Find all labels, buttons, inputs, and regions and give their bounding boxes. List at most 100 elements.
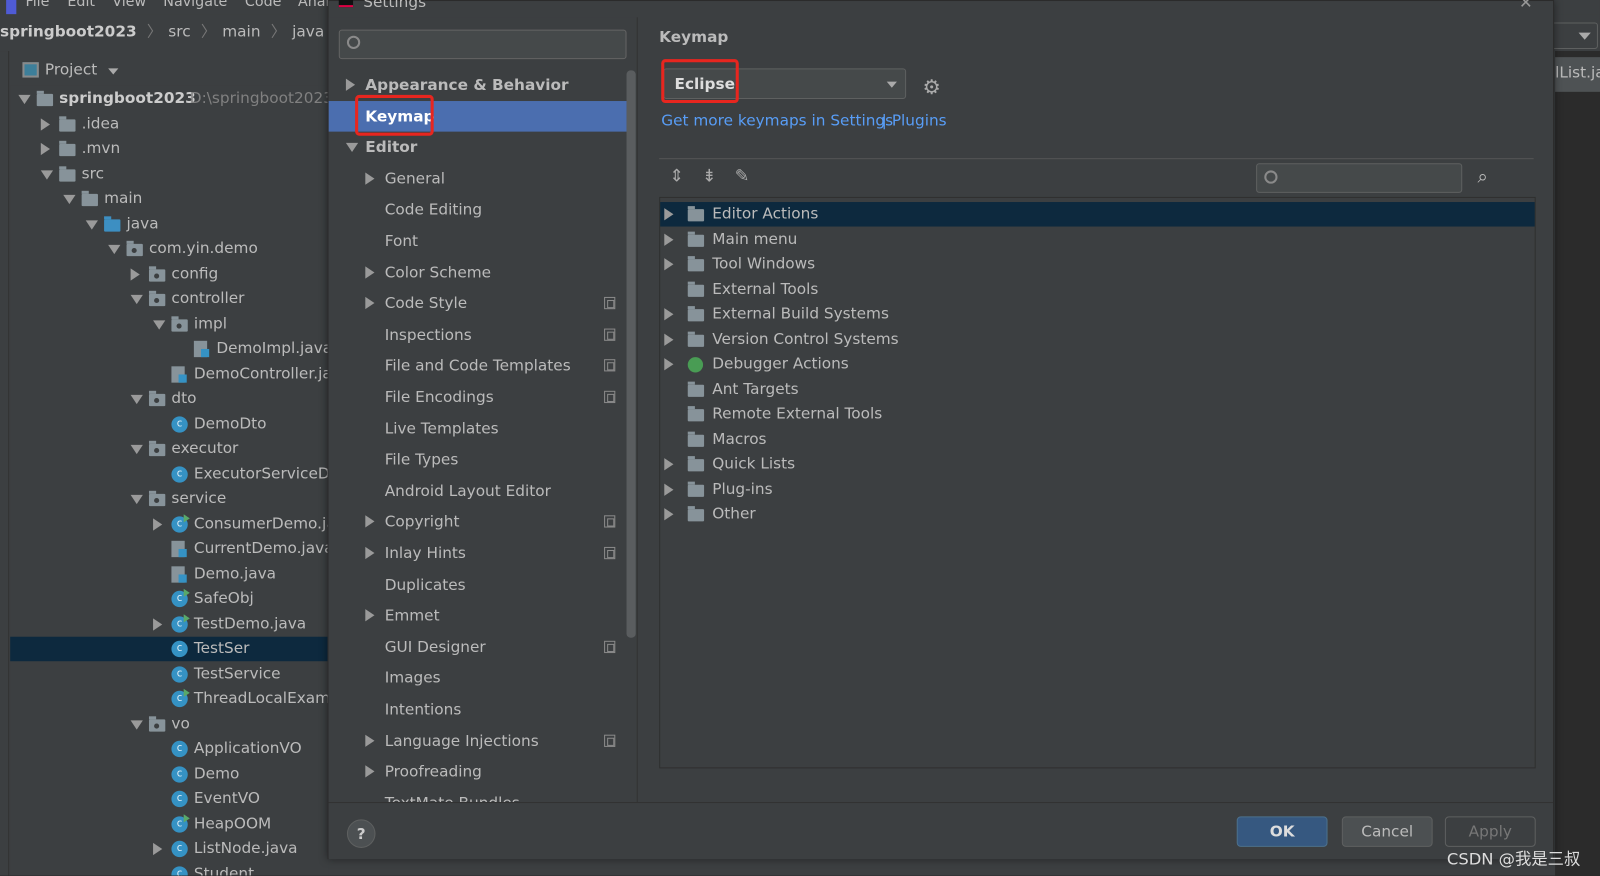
tree-item[interactable]: c DemoDto [10, 412, 328, 436]
breadcrumb-java[interactable]: java [292, 22, 324, 40]
action-search-field[interactable] [1285, 166, 1455, 189]
tree-item[interactable]: c ThreadLocalExamp [10, 687, 329, 711]
tree-item[interactable]: com.yin.demo [10, 237, 328, 261]
breadcrumb-project[interactable]: springboot2023 [0, 22, 137, 40]
settings-nav-item[interactable]: Duplicates [329, 569, 627, 600]
keymap-action-item[interactable]: Main menu [660, 227, 1534, 251]
collapsed-arrow-icon[interactable] [664, 208, 674, 221]
tree-item[interactable]: CurrentDemo.java [10, 537, 329, 561]
keymap-action-item[interactable]: Tool Windows [660, 252, 1534, 276]
tree-item[interactable]: c TestDemo.java [10, 612, 328, 636]
collapsed-arrow-icon[interactable] [130, 267, 140, 281]
close-icon[interactable]: ✕ [1519, 0, 1533, 12]
ok-button[interactable]: OK [1236, 816, 1328, 847]
tree-item[interactable]: executor [10, 437, 328, 461]
edit-pencil-icon[interactable]: ✎ [735, 166, 750, 186]
cancel-button[interactable]: Cancel [1341, 816, 1433, 847]
tree-item[interactable]: src [10, 162, 328, 186]
collapsed-arrow-icon[interactable] [365, 765, 375, 778]
expanded-arrow-icon[interactable] [130, 494, 143, 505]
keymap-action-item[interactable]: Ant Targets [660, 377, 1534, 401]
settings-nav-item[interactable]: Code Style [329, 288, 627, 319]
expanded-arrow-icon[interactable] [345, 143, 359, 153]
keymap-action-item[interactable]: Remote External Tools [660, 402, 1534, 426]
keymap-action-item[interactable]: Debugger Actions [660, 352, 1534, 376]
collapsed-arrow-icon[interactable] [40, 117, 50, 131]
settings-nav-item[interactable]: General [329, 163, 627, 194]
keymap-action-item[interactable]: External Build Systems [660, 302, 1534, 326]
settings-nav-item[interactable]: Color Scheme [329, 257, 627, 288]
breadcrumb-main[interactable]: main [222, 22, 260, 40]
expanded-arrow-icon[interactable] [130, 444, 143, 455]
menu-navigate[interactable]: Navigate [163, 0, 227, 10]
settings-search-input[interactable] [338, 29, 627, 60]
keymap-action-item[interactable]: Macros [660, 427, 1534, 451]
menu-code[interactable]: Code [245, 0, 282, 10]
tree-item[interactable]: c TestSer [10, 636, 329, 662]
collapsed-arrow-icon[interactable] [664, 508, 674, 521]
get-more-keymaps-link[interactable]: Get more keymaps in Settings [661, 111, 893, 129]
keymap-action-item[interactable]: Version Control Systems [660, 327, 1534, 351]
expanded-arrow-icon[interactable] [63, 194, 76, 205]
settings-nav-item[interactable]: File and Code Templates [329, 350, 627, 381]
editor-tab[interactable]: lList.ja [1555, 57, 1600, 92]
expanded-arrow-icon[interactable] [130, 719, 143, 730]
tree-item[interactable]: dto [10, 387, 328, 411]
collapsed-arrow-icon[interactable] [664, 233, 674, 246]
collapsed-arrow-icon[interactable] [365, 172, 375, 185]
settings-nav-item[interactable]: Emmet [329, 600, 627, 631]
collapsed-arrow-icon[interactable] [365, 546, 375, 560]
collapsed-arrow-icon[interactable] [365, 515, 375, 528]
expanded-arrow-icon[interactable] [130, 294, 143, 305]
tree-item[interactable]: springboot2023 D:\springboot2023 [10, 87, 329, 111]
collapsed-arrow-icon[interactable] [664, 258, 674, 271]
settings-nav-item[interactable]: Inspections [329, 319, 627, 350]
collapsed-arrow-icon[interactable] [153, 842, 163, 856]
settings-nav-item[interactable]: File Encodings [329, 382, 627, 413]
tree-item[interactable]: impl [10, 312, 328, 336]
menu-view[interactable]: View [112, 0, 146, 10]
tree-item[interactable]: DemoImpl.java [10, 337, 329, 361]
collapsed-arrow-icon[interactable] [664, 458, 674, 471]
tree-item[interactable]: c TestService [10, 662, 328, 686]
settings-nav-item[interactable]: Proofreading [329, 756, 627, 787]
expanded-arrow-icon[interactable] [85, 219, 98, 230]
tree-item[interactable]: c ListNode.java [10, 837, 328, 861]
nav-scrollbar[interactable] [626, 70, 636, 638]
tree-item[interactable]: DemoController.ja [10, 362, 329, 386]
tree-item[interactable]: c ExecutorServiceDe [10, 462, 329, 486]
breadcrumb-src[interactable]: src [168, 22, 190, 40]
settings-nav-item[interactable]: GUI Designer [329, 631, 627, 662]
tree-item[interactable]: c Student [10, 862, 328, 876]
collapsed-arrow-icon[interactable] [365, 297, 375, 310]
keymap-action-item[interactable]: External Tools [660, 277, 1534, 301]
settings-search-field[interactable] [368, 32, 619, 56]
collapsed-arrow-icon[interactable] [664, 483, 674, 496]
tree-item[interactable]: java [10, 212, 328, 236]
find-by-shortcut-icon[interactable]: ⌕ [1478, 166, 1488, 187]
tree-item[interactable]: .idea [10, 112, 328, 136]
settings-nav-item[interactable]: Images [329, 663, 627, 694]
settings-nav-item[interactable]: Inlay Hints [329, 538, 627, 569]
chevron-down-icon[interactable] [108, 68, 119, 75]
settings-nav-item[interactable]: Code Editing [329, 194, 627, 225]
keymap-action-item[interactable]: Plug-ins [660, 477, 1534, 501]
settings-nav-item[interactable]: Language Injections [329, 725, 627, 756]
collapsed-arrow-icon[interactable] [664, 333, 674, 346]
collapsed-arrow-icon[interactable] [345, 78, 356, 91]
keymap-action-item[interactable]: Other [660, 502, 1534, 526]
collapse-all-icon[interactable]: ⇟ [702, 166, 717, 186]
action-search-input[interactable] [1256, 163, 1463, 193]
tree-item[interactable]: vo [10, 712, 328, 736]
expanded-arrow-icon[interactable] [108, 244, 121, 255]
expanded-arrow-icon[interactable] [40, 169, 54, 180]
keymap-action-item[interactable]: Quick Lists [660, 452, 1534, 476]
tree-item[interactable]: Demo.java [10, 562, 328, 586]
tree-item[interactable]: c Demo [10, 762, 328, 786]
settings-nav-item[interactable]: Keymap [328, 94, 627, 136]
settings-nav-item[interactable]: Font [329, 226, 627, 257]
menu-analyze[interactable]: Anal [298, 0, 330, 10]
keymap-action-item[interactable]: Editor Actions [660, 202, 1535, 227]
tree-item[interactable]: .mvn [10, 137, 328, 161]
expanded-arrow-icon[interactable] [153, 319, 166, 330]
